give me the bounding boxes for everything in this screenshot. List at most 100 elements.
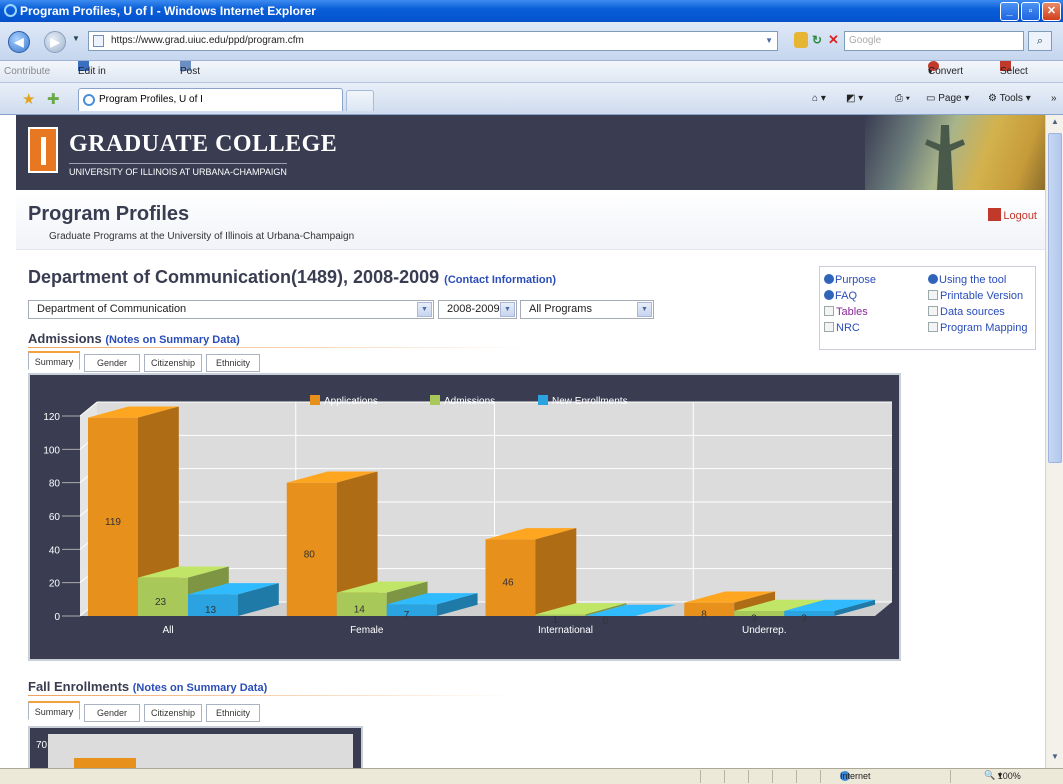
- department-title: Department of Communication(1489), 2008-…: [28, 267, 556, 287]
- using-the-tool-link[interactable]: Using the tool: [928, 274, 1006, 286]
- bar-value-label: 46: [503, 578, 515, 589]
- year-select[interactable]: 2008-2009 ▼: [438, 300, 517, 319]
- tab-summary[interactable]: Summary: [28, 701, 80, 720]
- status-bar: Internet 🔍 100% ▾: [0, 768, 1063, 784]
- address-toolbar: ◀ ▶ ▼ https://www.grad.uiuc.edu/ppd/prog…: [0, 22, 1063, 61]
- help-icon: [928, 274, 938, 284]
- zoom-level[interactable]: 🔍 100% ▾: [984, 770, 1021, 781]
- bar-value-label: 3: [801, 614, 807, 625]
- program-mapping-link[interactable]: Program Mapping: [928, 322, 1027, 334]
- banner-title: GRADUATE COLLEGE: [69, 131, 338, 157]
- legend-label: Admissions: [444, 396, 495, 407]
- recent-pages-dropdown[interactable]: ▼: [72, 34, 80, 43]
- print-icon: [928, 290, 938, 300]
- tables-link[interactable]: Tables: [824, 306, 868, 318]
- bar-front: [535, 614, 586, 616]
- section-divider: [28, 695, 513, 696]
- y-tick-label: 120: [43, 412, 60, 423]
- forward-button[interactable]: ▶: [44, 31, 66, 53]
- vertical-scrollbar[interactable]: ▲ ▼: [1045, 115, 1063, 768]
- page-header: Program Profiles Graduate Programs at th…: [16, 190, 1045, 250]
- x-category-label: Female: [350, 625, 384, 636]
- add-favorites-icon[interactable]: ✚: [47, 90, 60, 108]
- y-tick-label: 70: [36, 740, 48, 751]
- feeds-icon[interactable]: ◩ ▾: [846, 83, 863, 115]
- bar-value-label: 80: [304, 549, 316, 560]
- bar-front: [684, 602, 735, 616]
- home-icon[interactable]: ⌂ ▾: [812, 83, 826, 115]
- contribute-label: Contribute: [4, 66, 51, 77]
- tab-ethnicity[interactable]: Ethnicity: [206, 704, 260, 722]
- tab-citizenship[interactable]: Citizenship: [144, 354, 202, 372]
- tab-ethnicity[interactable]: Ethnicity: [206, 354, 260, 372]
- favorites-star-icon[interactable]: ★: [22, 90, 35, 108]
- logout-link[interactable]: Logout: [988, 208, 1037, 222]
- ie-icon: [4, 4, 17, 17]
- map-icon: [928, 322, 938, 332]
- bar-value-label: 119: [105, 517, 121, 528]
- url-dropdown-icon[interactable]: ▼: [765, 32, 773, 50]
- data-sources-link[interactable]: Data sources: [928, 306, 1005, 318]
- y-tick-label: 100: [43, 445, 60, 456]
- window-titlebar: Program Profiles, U of I - Windows Inter…: [0, 0, 1063, 22]
- y-tick-label: 20: [49, 579, 61, 590]
- bar-front: [386, 604, 437, 616]
- scrollbar-thumb[interactable]: [1048, 133, 1062, 463]
- logout-icon: [988, 208, 1002, 221]
- y-tick-label: 80: [49, 479, 61, 490]
- refresh-icon[interactable]: ↻: [812, 33, 822, 47]
- contact-information-link[interactable]: (Contact Information): [444, 274, 556, 286]
- fall-notes-link[interactable]: (Notes on Summary Data): [133, 682, 267, 694]
- tab-gender[interactable]: Gender: [84, 354, 140, 372]
- lock-icon[interactable]: [794, 32, 808, 48]
- admissions-notes-link[interactable]: (Notes on Summary Data): [105, 334, 239, 346]
- browser-tab[interactable]: Program Profiles, U of I: [78, 88, 343, 111]
- search-icon[interactable]: ⌕: [1028, 31, 1052, 51]
- maximize-button[interactable]: ▫: [1021, 2, 1040, 21]
- illinois-logo[interactable]: [28, 127, 58, 173]
- tab-citizenship[interactable]: Citizenship: [144, 704, 202, 722]
- print-icon[interactable]: ⎙ ▾: [895, 83, 910, 115]
- program-select[interactable]: All Programs ▼: [520, 300, 654, 319]
- bar-value-label: 0: [603, 616, 609, 627]
- document-icon: [824, 322, 834, 332]
- chevron-down-icon: ▼: [637, 302, 652, 317]
- bar-value-label: 14: [354, 604, 366, 615]
- site-banner: GRADUATE COLLEGE UNIVERSITY OF ILLINOIS …: [16, 115, 1045, 190]
- tools-menu[interactable]: ⚙ Tools ▾: [988, 83, 1031, 115]
- fall-enrollments-heading: Fall Enrollments (Notes on Summary Data): [28, 679, 268, 694]
- tab-summary[interactable]: Summary: [28, 351, 80, 370]
- close-button[interactable]: ✕: [1042, 2, 1061, 21]
- tab-favicon: [83, 94, 95, 106]
- fall-applications-bar: [74, 758, 136, 768]
- convert-button[interactable]: Convert ▾: [928, 61, 963, 83]
- address-field[interactable]: https://www.grad.uiuc.edu/ppd/program.cf…: [88, 31, 778, 51]
- x-category-label: International: [538, 625, 593, 636]
- tab-gender[interactable]: Gender: [84, 704, 140, 722]
- toolbar-overflow-icon[interactable]: »: [1051, 83, 1057, 115]
- faq-link[interactable]: FAQ: [824, 290, 857, 302]
- links-toolbar: Contribute Edit in Contribute Post to Bl…: [0, 61, 1063, 121]
- printable-version-link[interactable]: Printable Version: [928, 290, 1023, 302]
- nrc-link[interactable]: NRC: [824, 322, 860, 334]
- banner-subtitle: UNIVERSITY OF ILLINOIS AT URBANA-CHAMPAI…: [69, 163, 287, 177]
- x-category-label: Underrep.: [742, 625, 786, 636]
- stop-icon[interactable]: ✕: [828, 32, 839, 48]
- y-tick-label: 40: [49, 545, 61, 556]
- page-menu[interactable]: ▭ Page ▾: [926, 83, 969, 115]
- bar-value-label: 3: [751, 614, 757, 625]
- x-category-label: All: [162, 625, 173, 636]
- scroll-up-arrow[interactable]: ▲: [1048, 117, 1062, 131]
- minimize-button[interactable]: _: [1000, 2, 1019, 21]
- tab-toolbar: ★ ✚ Program Profiles, U of I ⌂ ▾ ◩ ▾ ⎙ ▾…: [0, 83, 1063, 115]
- search-input[interactable]: Google: [844, 31, 1024, 51]
- window-title: Program Profiles, U of I - Windows Inter…: [20, 4, 316, 18]
- new-tab-button[interactable]: [346, 90, 374, 111]
- back-button[interactable]: ◀: [8, 31, 30, 53]
- department-select[interactable]: Department of Communication ▼: [28, 300, 434, 319]
- purpose-link[interactable]: Purpose: [824, 274, 876, 286]
- scroll-down-arrow[interactable]: ▼: [1048, 752, 1062, 766]
- y-tick-label: 60: [49, 512, 61, 523]
- legend-swatch: [310, 395, 320, 405]
- chevron-down-icon: ▼: [500, 302, 515, 317]
